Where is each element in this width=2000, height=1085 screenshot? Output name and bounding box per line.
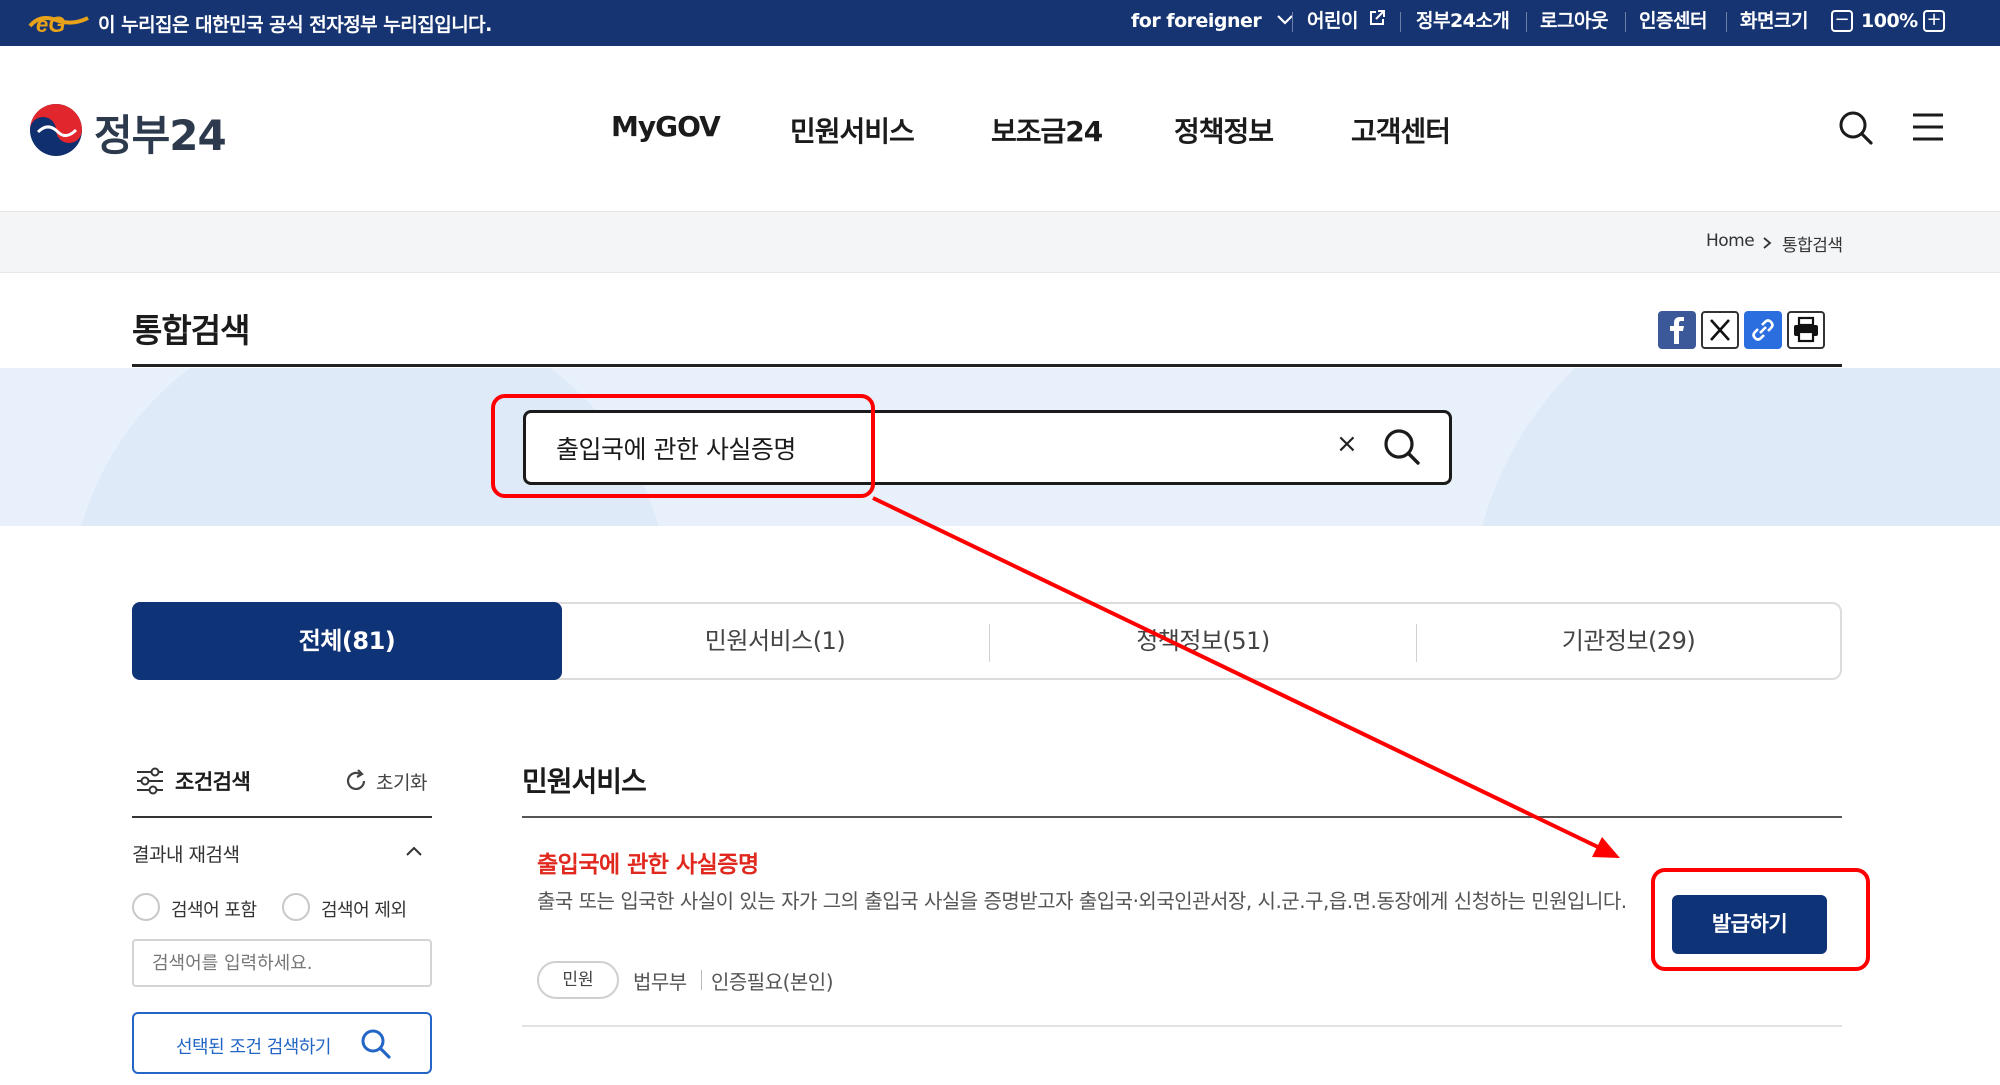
util-divider	[1292, 12, 1293, 32]
search-submit-icon[interactable]	[1382, 427, 1422, 467]
filter-title: 조건검색	[175, 770, 251, 794]
nav-customer-center[interactable]: 고객센터	[1351, 110, 1451, 150]
result-title-link[interactable]: 출입국에 관한 사실증명	[537, 845, 759, 879]
screen-size-label: 화면크기	[1740, 10, 1808, 32]
breadcrumb-current: 통합검색	[1782, 236, 1843, 256]
tab-civil-service[interactable]: 민원서비스(1)	[562, 604, 988, 678]
breadcrumb: Home 통합검색	[0, 212, 2000, 273]
x-logo-icon	[1710, 319, 1730, 341]
result-divider	[522, 1025, 1842, 1027]
nav-mygov[interactable]: MyGOV	[611, 110, 721, 143]
kids-link[interactable]: 어린이	[1307, 0, 1386, 46]
tab-all[interactable]: 전체(81)	[132, 602, 562, 680]
logout-link[interactable]: 로그아웃	[1540, 0, 1608, 46]
highlight-issue-button	[1651, 868, 1870, 971]
result-tabs: 전체(81) 민원서비스(1) 정책정보(51) 기관정보(29)	[132, 602, 1842, 680]
exclude-keyword-label: 검색어 제외	[321, 900, 407, 921]
egov-logo-icon: eG	[28, 12, 89, 37]
page-title: 통합검색	[132, 311, 250, 350]
highlight-search-query	[491, 394, 875, 498]
facebook-share-button[interactable]	[1658, 311, 1696, 349]
result-agency: 법무부	[633, 970, 687, 994]
breadcrumb-home[interactable]: Home	[1706, 231, 1755, 251]
gov24-logo-icon[interactable]	[28, 102, 84, 158]
result-auth-requirement: 인증필요(본인)	[711, 970, 834, 994]
svg-text:eG: eG	[36, 12, 65, 37]
zoom-in-button[interactable]: +	[1923, 10, 1945, 32]
conditional-search-label: 선택된 조건 검색하기	[176, 1037, 331, 1058]
link-icon	[1752, 319, 1774, 341]
meta-divider	[701, 970, 702, 990]
util-divider	[1526, 12, 1527, 32]
refine-search-label: 결과내 재검색	[132, 844, 240, 866]
result-description: 출국 또는 입국한 사실이 있는 자가 그의 출입국 사실을 증명받고자 출입국…	[537, 889, 1627, 913]
chevron-right-icon	[1763, 237, 1772, 249]
zoom-value: 100%	[1861, 10, 1918, 32]
print-button[interactable]	[1787, 311, 1825, 349]
search-icon	[361, 1029, 391, 1059]
menu-icon[interactable]	[1911, 112, 1945, 142]
search-icon[interactable]	[1838, 110, 1874, 146]
reset-button[interactable]: 초기화	[376, 768, 427, 795]
util-divider	[1400, 12, 1401, 32]
tab-agency-info[interactable]: 기관정보(29)	[1417, 604, 1840, 678]
about-link[interactable]: 정부24소개	[1416, 0, 1510, 46]
refresh-icon[interactable]	[343, 768, 369, 794]
filter-divider	[132, 816, 432, 818]
include-keyword-radio[interactable]	[132, 893, 160, 921]
chevron-up-icon[interactable]	[404, 844, 424, 858]
gov-banner-text: 이 누리집은 대한민국 공식 전자정부 누리집입니다.	[98, 14, 492, 36]
util-divider	[1625, 12, 1626, 32]
exclude-keyword-radio[interactable]	[282, 893, 310, 921]
external-link-icon	[1370, 10, 1386, 25]
conditional-search-button[interactable]: 선택된 조건 검색하기	[132, 1012, 432, 1074]
refine-search-input[interactable]	[132, 939, 432, 987]
zoom-out-button[interactable]: −	[1831, 10, 1853, 32]
include-keyword-label: 검색어 포함	[171, 900, 257, 921]
decorative-circle	[1470, 368, 2000, 526]
util-divider	[1726, 12, 1727, 32]
print-icon	[1794, 316, 1818, 343]
tab-policy-info[interactable]: 정책정보(51)	[990, 604, 1416, 678]
copy-link-button[interactable]	[1744, 311, 1782, 349]
site-header: 정부24 MyGOV 민원서비스 보조금24 정책정보 고객센터	[0, 46, 2000, 212]
gov-banner: eG 이 누리집은 대한민국 공식 전자정부 누리집입니다. for forei…	[0, 0, 2000, 46]
clear-search-button[interactable]: ×	[1336, 429, 1358, 459]
nav-policy-info[interactable]: 정책정보	[1174, 110, 1274, 150]
section-title-civil-service: 민원서비스	[522, 765, 647, 798]
x-share-button[interactable]	[1701, 311, 1739, 349]
cert-center-link[interactable]: 인증센터	[1639, 0, 1707, 46]
section-divider	[522, 816, 1842, 818]
facebook-icon	[1670, 317, 1684, 344]
title-divider	[132, 364, 1842, 367]
filter-sliders-icon	[137, 767, 163, 795]
result-tag-badge: 민원	[537, 961, 619, 999]
for-foreigner-link[interactable]: for foreigner	[1131, 0, 1295, 46]
brand-name[interactable]: 정부24	[94, 102, 227, 163]
nav-subsidy24[interactable]: 보조금24	[991, 110, 1103, 150]
nav-civil-service[interactable]: 민원서비스	[790, 110, 915, 150]
